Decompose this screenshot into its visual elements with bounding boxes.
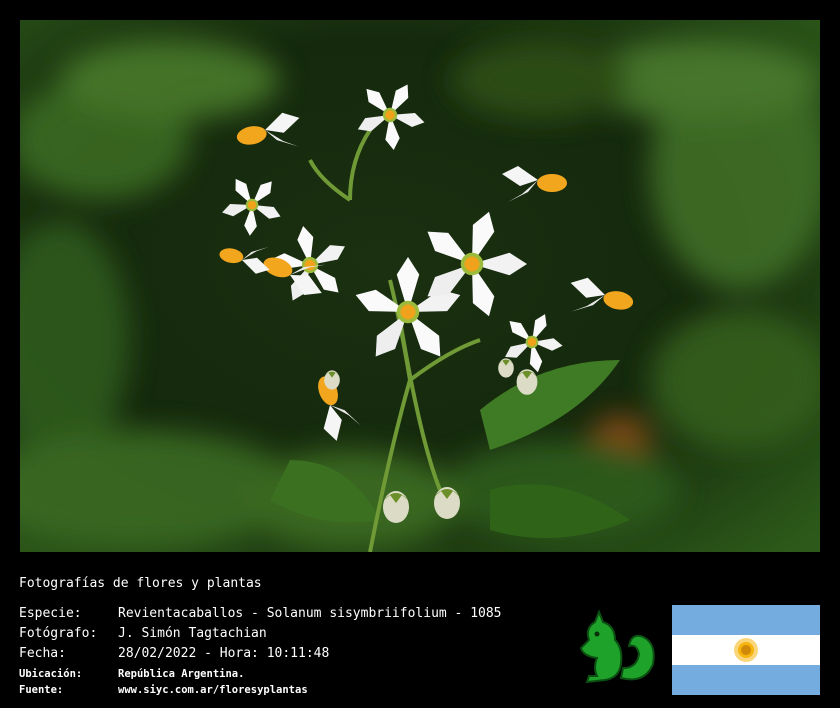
- species-value: Revientacaballos - Solanum sisymbriifoli…: [118, 606, 502, 621]
- source-value: www.siyc.com.ar/floresyplantas: [118, 684, 308, 696]
- photographer-row: Fotógrafo: J. Simón Tagtachian: [19, 626, 267, 641]
- green-squirrel-icon: [575, 606, 657, 686]
- source-row: Fuente: www.siyc.com.ar/floresyplantas: [19, 684, 308, 696]
- species-label: Especie:: [19, 606, 82, 621]
- date-label: Fecha:: [19, 646, 66, 661]
- flower-photo: [20, 20, 820, 552]
- photographer-label: Fotógrafo:: [19, 626, 98, 641]
- date-row: Fecha: 28/02/2022 - Hora: 10:11:48: [19, 646, 329, 661]
- photographer-value: J. Simón Tagtachian: [118, 626, 267, 641]
- argentina-flag-icon: [672, 605, 820, 695]
- location-row: Ubicación: República Argentina.: [19, 668, 244, 680]
- gallery-caption: Fotografías de flores y plantas: [19, 576, 262, 591]
- date-value: 28/02/2022 - Hora: 10:11:48: [118, 646, 330, 661]
- species-row: Especie: Revientacaballos - Solanum sisym…: [19, 606, 502, 621]
- location-value: República Argentina.: [118, 668, 245, 680]
- location-label: Ubicación:: [19, 668, 83, 680]
- source-label: Fuente:: [19, 684, 64, 696]
